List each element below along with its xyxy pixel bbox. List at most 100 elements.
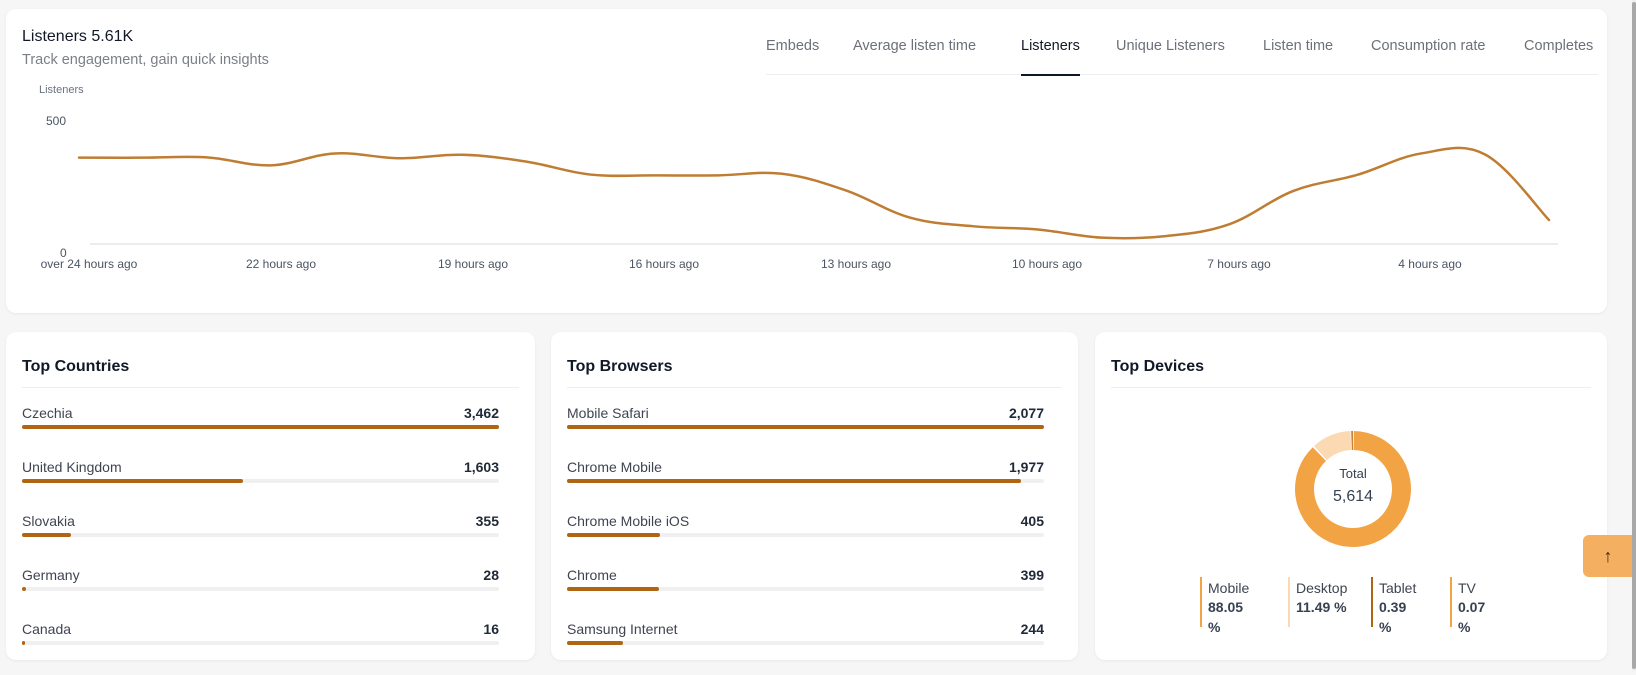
- legend-percent: 11.49 %: [1296, 597, 1347, 617]
- data-point[interactable]: [712, 169, 724, 181]
- progress-fill: [22, 641, 25, 645]
- top-devices-title: Top Devices: [1111, 358, 1204, 376]
- list-item-value: 2,077: [1009, 405, 1044, 421]
- divider: [22, 387, 519, 388]
- progress-fill: [22, 533, 71, 537]
- data-point[interactable]: [201, 151, 213, 163]
- top-browsers-title: Top Browsers: [567, 358, 673, 376]
- y-axis-title: Listeners: [39, 84, 84, 96]
- list-item-label: Samsung Internet: [567, 621, 678, 637]
- list-item-value: 244: [1021, 621, 1044, 637]
- list-item-label: Canada: [22, 621, 71, 637]
- data-point[interactable]: [265, 159, 277, 171]
- donut-total-value: 5,614: [1294, 488, 1412, 506]
- list-item: Chrome Mobile iOS405: [567, 513, 1044, 567]
- data-point[interactable]: [648, 169, 660, 181]
- top-countries-card: Top Countries Czechia 3,462 United Kingdom…: [6, 332, 535, 660]
- vertical-scrollbar[interactable]: [1632, 0, 1636, 671]
- list-item-label: Germany: [22, 567, 80, 583]
- data-point[interactable]: [1032, 223, 1044, 235]
- progress-track: [567, 533, 1044, 537]
- data-point[interactable]: [393, 152, 405, 164]
- data-point[interactable]: [1543, 214, 1555, 226]
- data-point[interactable]: [1160, 230, 1172, 242]
- legend-percent: 0.39 %: [1379, 597, 1416, 637]
- list-item-value: 1,603: [464, 459, 499, 475]
- scroll-to-top-button[interactable]: ↑: [1583, 535, 1633, 577]
- data-point[interactable]: [73, 152, 85, 164]
- list-item: Czechia 3,462: [22, 405, 499, 459]
- data-point[interactable]: [1415, 147, 1427, 159]
- data-point[interactable]: [904, 212, 916, 224]
- list-item-value: 399: [1021, 567, 1044, 583]
- top-devices-card: Top Devices Total 5,614 Mobile88.05 % Des…: [1095, 332, 1607, 660]
- x-tick-label: 7 hours ago: [1207, 257, 1271, 271]
- list-item-value: 355: [476, 513, 499, 529]
- data-point[interactable]: [1351, 169, 1363, 181]
- progress-track: [567, 425, 1044, 429]
- progress-track: [567, 479, 1044, 483]
- progress-fill: [567, 425, 1044, 429]
- progress-fill: [22, 425, 499, 429]
- progress-fill: [567, 533, 660, 537]
- progress-fill: [567, 641, 623, 645]
- legend-percent: 88.05 %: [1208, 597, 1249, 637]
- list-item-value: 405: [1021, 513, 1044, 529]
- list-item-value: 1,977: [1009, 459, 1044, 475]
- progress-fill: [567, 587, 659, 591]
- data-point[interactable]: [456, 149, 468, 161]
- donut-total-label: Total: [1294, 466, 1412, 481]
- progress-fill: [567, 479, 1021, 483]
- list-item-label: Chrome Mobile: [567, 459, 662, 475]
- list-item-label: Slovakia: [22, 513, 75, 529]
- data-point[interactable]: [520, 156, 532, 168]
- data-point[interactable]: [776, 168, 788, 180]
- listeners-chart-card: Listeners 5.61K Track engagement, gain q…: [6, 9, 1607, 313]
- data-point[interactable]: [1096, 232, 1108, 244]
- legend-label: Mobile: [1208, 579, 1249, 597]
- top-browsers-card: Top Browsers Mobile Safari 2,077 Chrome Mo…: [551, 332, 1078, 660]
- legend-label: Desktop: [1296, 579, 1347, 597]
- data-point[interactable]: [968, 220, 980, 232]
- top-countries-title: Top Countries: [22, 358, 129, 376]
- arrow-up-icon: ↑: [1604, 546, 1613, 567]
- x-tick-label: 4 hours ago: [1398, 257, 1462, 271]
- progress-track: [22, 533, 499, 537]
- progress-track: [22, 425, 499, 429]
- countries-list: Czechia 3,462 United Kingdom 1,603 Slovakia 3…: [22, 405, 499, 675]
- list-item-label: Mobile Safari: [567, 405, 649, 421]
- list-item: Chrome 399: [567, 567, 1044, 621]
- legend-label: TV: [1458, 579, 1485, 597]
- list-item-label: United Kingdom: [22, 459, 122, 475]
- progress-track: [22, 641, 499, 645]
- x-tick-label: 22 hours ago: [246, 257, 316, 271]
- listeners-line-chart: Listeners 500 0 over 24 hours ago22 hour…: [6, 9, 1607, 313]
- scrollbar-thumb[interactable]: [1632, 2, 1636, 669]
- data-point[interactable]: [1287, 185, 1299, 197]
- list-item-value: 28: [483, 567, 499, 583]
- series-line-listeners[interactable]: [79, 148, 1549, 238]
- list-item-value: 3,462: [464, 405, 499, 421]
- list-item-label: Czechia: [22, 405, 73, 421]
- donut-slice-tablet[interactable]: [1351, 431, 1353, 450]
- data-point[interactable]: [584, 169, 596, 181]
- data-point[interactable]: [840, 184, 852, 196]
- x-tick-label: over 24 hours ago: [41, 257, 138, 271]
- list-item: Germany 28: [22, 567, 499, 621]
- data-point[interactable]: [1223, 218, 1235, 230]
- x-tick-label: 16 hours ago: [629, 257, 699, 271]
- legend-item-tv: TV0.07 %: [1450, 577, 1485, 627]
- data-point[interactable]: [137, 152, 149, 164]
- list-item: Samsung Internet 244: [567, 621, 1044, 675]
- list-item: Canada16: [22, 621, 499, 675]
- progress-track: [22, 587, 499, 591]
- list-item: United Kingdom 1,603: [22, 459, 499, 513]
- progress-track: [22, 479, 499, 483]
- list-item-label: Chrome: [567, 567, 617, 583]
- progress-fill: [22, 587, 26, 591]
- data-point[interactable]: [1479, 149, 1491, 161]
- data-point[interactable]: [329, 147, 341, 159]
- devices-donut-chart: Total 5,614: [1294, 430, 1412, 548]
- legend-label: Tablet: [1379, 579, 1416, 597]
- list-item: Slovakia 355: [22, 513, 499, 567]
